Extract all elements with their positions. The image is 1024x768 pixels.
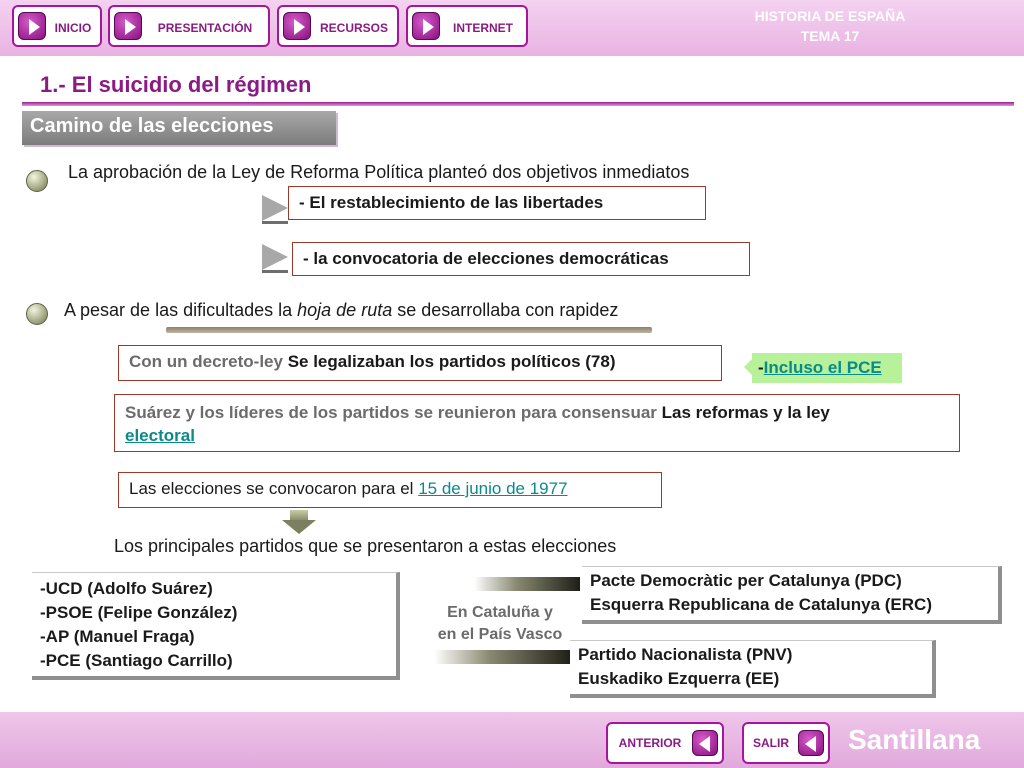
arrow-icon: [262, 244, 288, 273]
back-icon: [692, 730, 718, 756]
back-icon: [798, 730, 824, 756]
objective-1-box: - El restablecimiento de las libertades: [288, 186, 706, 220]
suarez-box: Suárez y los líderes de los partidos se …: [114, 394, 960, 452]
decree-box: Con un decreto-ley Se legalizaban los pa…: [118, 345, 722, 381]
page-title: 1.- El suicidio del régimen: [40, 72, 312, 97]
parties-intro: Los principales partidos que se presenta…: [114, 536, 617, 556]
elections-text: Las elecciones se convocaron para el: [129, 479, 419, 498]
suarez-text: Las reformas y la ley: [661, 403, 830, 422]
play-icon: [114, 12, 142, 40]
presentacion-button[interactable]: PRESENTACIÓN: [108, 5, 270, 47]
region-line-1: En Cataluña y: [447, 604, 553, 621]
objective-2-text: la convocatoria de elecciones democrátic…: [313, 249, 669, 268]
point-2-italic: hoja de ruta: [297, 300, 393, 320]
party-ap: -AP (Manuel Fraga): [40, 627, 195, 646]
elections-date-box: Las elecciones se convocaron para el 15 …: [118, 472, 662, 508]
play-icon: [18, 12, 46, 40]
decree-intro: Con un decreto-ley: [129, 352, 288, 371]
pce-link[interactable]: Incluso el PCE: [764, 358, 882, 377]
recursos-button[interactable]: RECURSOS: [277, 5, 399, 47]
region-label: En Cataluña y en el País Vasco: [420, 602, 580, 646]
objective-1-text: El restablecimiento de las libertades: [309, 193, 604, 212]
section-subtitle: Camino de las elecciones: [22, 111, 336, 145]
play-icon: [412, 12, 440, 40]
recursos-label: RECURSOS: [319, 21, 388, 35]
party-psoe: -PSOE (Felipe González): [40, 603, 238, 622]
party-erc: Esquerra Republicana de Catalunya (ERC): [590, 595, 932, 614]
election-date-link[interactable]: 15 de junio de 1977: [418, 479, 567, 498]
party-ee: Euskadiko Ezquerra (EE): [578, 669, 780, 688]
basque-connector: [434, 650, 572, 664]
anterior-button[interactable]: ANTERIOR: [606, 722, 724, 764]
salir-button[interactable]: SALIR: [742, 722, 830, 764]
presentacion-label: PRESENTACIÓN: [157, 21, 253, 35]
header-subject: HISTORIA DE ESPAÑA: [754, 8, 906, 24]
inicio-button[interactable]: INICIO: [12, 5, 102, 47]
anterior-label: ANTERIOR: [618, 736, 682, 750]
catalan-parties-box: Pacte Democràtic per Catalunya (PDC) Esq…: [582, 566, 1002, 624]
decree-text: Se legalizaban los partidos políticos (7…: [287, 352, 616, 371]
inicio-label: INICIO: [54, 21, 92, 35]
region-line-2: en el País Vasco: [437, 626, 563, 643]
party-ucd: -UCD (Adolfo Suárez): [40, 579, 213, 598]
suarez-intro: Suárez y los líderes de los partidos se …: [125, 403, 662, 422]
catalan-connector: [474, 577, 580, 591]
national-parties-box: -UCD (Adolfo Suárez) -PSOE (Felipe Gonzá…: [32, 572, 400, 680]
point-2-text: A pesar de las dificultades la hoja de r…: [64, 300, 618, 321]
objective-1-prefix: -: [299, 193, 310, 212]
party-pdc: Pacte Democràtic per Catalunya (PDC): [590, 571, 902, 590]
objective-2-prefix: -: [303, 249, 314, 268]
title-divider: [22, 102, 1014, 106]
basque-parties-box: Partido Nacionalista (PNV) Euskadiko Ezq…: [570, 640, 936, 698]
pce-callout: -Incluso el PCE: [752, 353, 902, 383]
down-arrow-icon: [282, 510, 316, 536]
point-2-end: se desarrollaba con rapidez: [392, 300, 619, 320]
salir-label: SALIR: [753, 736, 789, 750]
arrow-icon: [262, 195, 288, 224]
party-pnv: Partido Nacionalista (PNV): [578, 645, 793, 664]
bullet-icon: [26, 170, 48, 192]
point-2-start: A pesar de las dificultades la: [64, 300, 298, 320]
header-title: HISTORIA DE ESPAÑA TEMA 17: [720, 6, 940, 46]
party-pce: -PCE (Santiago Carrillo): [40, 651, 233, 670]
play-icon: [283, 12, 311, 40]
objective-2-box: - la convocatoria de elecciones democrát…: [292, 242, 750, 276]
decorative-bar: [166, 327, 652, 333]
internet-label: INTERNET: [453, 21, 513, 35]
point-1-text: La aprobación de la Ley de Reforma Polít…: [68, 162, 690, 182]
header-topic: TEMA 17: [800, 28, 860, 44]
brand-logo: Santillana: [848, 724, 981, 755]
bullet-icon: [26, 303, 48, 325]
electoral-link[interactable]: electoral: [125, 426, 195, 445]
internet-button[interactable]: INTERNET: [406, 5, 528, 47]
